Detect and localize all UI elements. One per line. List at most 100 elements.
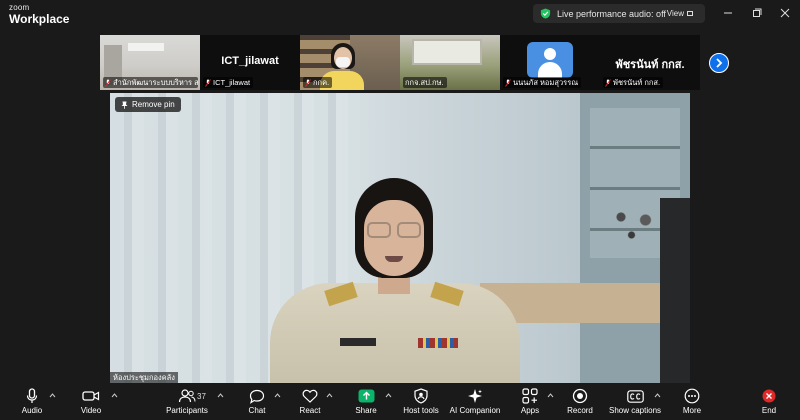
share-options-caret[interactable] (384, 393, 392, 401)
speaker-uniform (270, 283, 520, 383)
pinned-speaker-video[interactable] (110, 93, 690, 383)
chevron-up-icon (326, 393, 332, 398)
minimize-button[interactable] (720, 5, 736, 21)
chevron-up-icon (49, 393, 55, 398)
video-options-caret[interactable] (110, 393, 118, 401)
view-label: View (666, 9, 684, 18)
chat-button[interactable]: Chat (246, 388, 268, 418)
performance-audio-status: Live performance audio: off View (533, 4, 705, 23)
participant-name-tag: พัชรนันท์ กกส. (603, 77, 664, 88)
more-dots-icon (684, 388, 700, 404)
video-button[interactable]: Video (79, 388, 103, 418)
record-button[interactable]: Record (567, 388, 593, 418)
next-page-button[interactable] (709, 53, 729, 73)
participant-thumbnail[interactable]: กกจ.สป.กษ. (400, 35, 500, 90)
ai-companion-label: AI Companion (449, 406, 501, 415)
participant-name: สำนักพัฒนาระบบบริหาร ส... (113, 77, 198, 87)
view-grid-icon (687, 11, 693, 16)
participant-count: 37 (197, 392, 206, 401)
glasses-right-lens (397, 222, 421, 238)
participant-thumbnail[interactable]: ICT_jilawat ICT_jilawat (200, 35, 300, 90)
apps-grid-icon (522, 388, 538, 404)
participant-thumbnail-strip: สำนักพัฒนาระบบบริหาร ส... ICT_jilawat IC… (100, 35, 700, 90)
chevron-up-icon (111, 393, 117, 398)
chevron-right-icon (716, 58, 723, 68)
muted-mic-icon (505, 78, 511, 87)
maximize-button[interactable] (749, 5, 765, 21)
participant-display-name: ICT_jilawat (221, 55, 279, 67)
end-label: End (761, 406, 777, 415)
chat-bubble-icon (249, 389, 265, 404)
participants-label: Participants (166, 406, 208, 415)
pin-icon (121, 101, 128, 109)
avatar-head (544, 48, 556, 60)
app-logo: zoom Workplace (9, 3, 69, 26)
apps-options-caret[interactable] (546, 393, 554, 401)
react-label: React (299, 406, 321, 415)
minimize-icon (724, 12, 732, 14)
heart-icon (302, 389, 318, 403)
host-tools-label: Host tools (403, 406, 439, 415)
speaker-name-tag: ห้องประชุมกองคลัง (110, 372, 178, 383)
audio-button[interactable]: Audio (20, 388, 44, 418)
muted-mic-icon (205, 78, 211, 87)
performance-audio-text: Live performance audio: off (557, 8, 666, 19)
shield-check-icon (540, 8, 551, 19)
participant-name: นนนภัส หอมสุวรรณ (513, 77, 579, 87)
view-button[interactable]: View (661, 6, 699, 21)
title-bar: zoom Workplace Live performance audio: o… (0, 0, 800, 28)
share-label: Share (355, 406, 377, 415)
host-tools-button[interactable]: Host tools (403, 388, 439, 418)
participant-thumbnail[interactable]: กกค. (300, 35, 400, 90)
react-button[interactable]: React (298, 388, 322, 418)
more-label: More (682, 406, 702, 415)
audio-options-caret[interactable] (48, 393, 56, 401)
captions-options-caret[interactable] (653, 393, 661, 401)
show-captions-label: Show captions (608, 406, 662, 415)
more-button[interactable]: More (680, 388, 704, 418)
glasses-left-lens (367, 222, 391, 238)
end-meeting-button[interactable]: End (758, 388, 780, 418)
muted-mic-icon (605, 78, 611, 87)
video-label: Video (80, 406, 102, 415)
brand-top: zoom (9, 3, 30, 12)
remove-pin-label: Remove pin (132, 100, 175, 109)
close-button[interactable] (777, 5, 793, 21)
chevron-up-icon (217, 393, 223, 398)
participant-thumbnail[interactable]: พัชรนันท์ กกส. พัชรนันท์ กกส. (600, 35, 700, 90)
avatar-shoulders (538, 62, 562, 78)
share-button[interactable]: Share (354, 388, 378, 418)
zoom-meeting-window: zoom Workplace Live performance audio: o… (0, 0, 800, 420)
remove-pin-button[interactable]: Remove pin (115, 97, 181, 112)
background-chair (660, 198, 690, 383)
chevron-up-icon (385, 393, 391, 398)
record-label: Record (567, 406, 593, 415)
participant-name: ICT_jilawat (213, 78, 251, 87)
react-options-caret[interactable] (325, 393, 333, 401)
captions-cc-icon (626, 389, 644, 403)
meeting-toolbar: Audio Video Participants 37 Chat React S… (0, 384, 800, 420)
participants-icon (178, 389, 196, 403)
speaker-name: ห้องประชุมกองคลัง (113, 372, 175, 382)
participant-display-name: พัชรนันท์ กกส. (615, 59, 685, 71)
participant-name: พัชรนันท์ กกส. (613, 77, 661, 87)
muted-mic-icon (105, 78, 111, 87)
ai-companion-button[interactable]: AI Companion (449, 388, 501, 418)
chevron-up-icon (274, 393, 280, 398)
restore-icon (753, 8, 762, 17)
chat-options-caret[interactable] (273, 393, 281, 401)
participant-name-tag: กกค. (303, 77, 333, 88)
microphone-icon (26, 388, 38, 403)
muted-mic-icon (305, 78, 311, 87)
room-ceiling-light (128, 43, 164, 51)
participant-thumbnail[interactable]: นนนภัส หอมสุวรรณ (500, 35, 600, 90)
participant-name-tag: นนนภัส หอมสุวรรณ (503, 77, 582, 88)
participant-name-tag: กกจ.สป.กษ. (403, 77, 447, 88)
participants-options-caret[interactable] (216, 393, 224, 401)
ai-sparkle-icon (468, 389, 482, 403)
participant-thumbnail[interactable]: สำนักพัฒนาระบบบริหาร ส... (100, 35, 200, 90)
apps-label: Apps (520, 406, 540, 415)
apps-button[interactable]: Apps (519, 388, 541, 418)
record-icon (572, 388, 588, 404)
participant-name-tag: สำนักพัฒนาระบบบริหาร ส... (103, 77, 198, 88)
